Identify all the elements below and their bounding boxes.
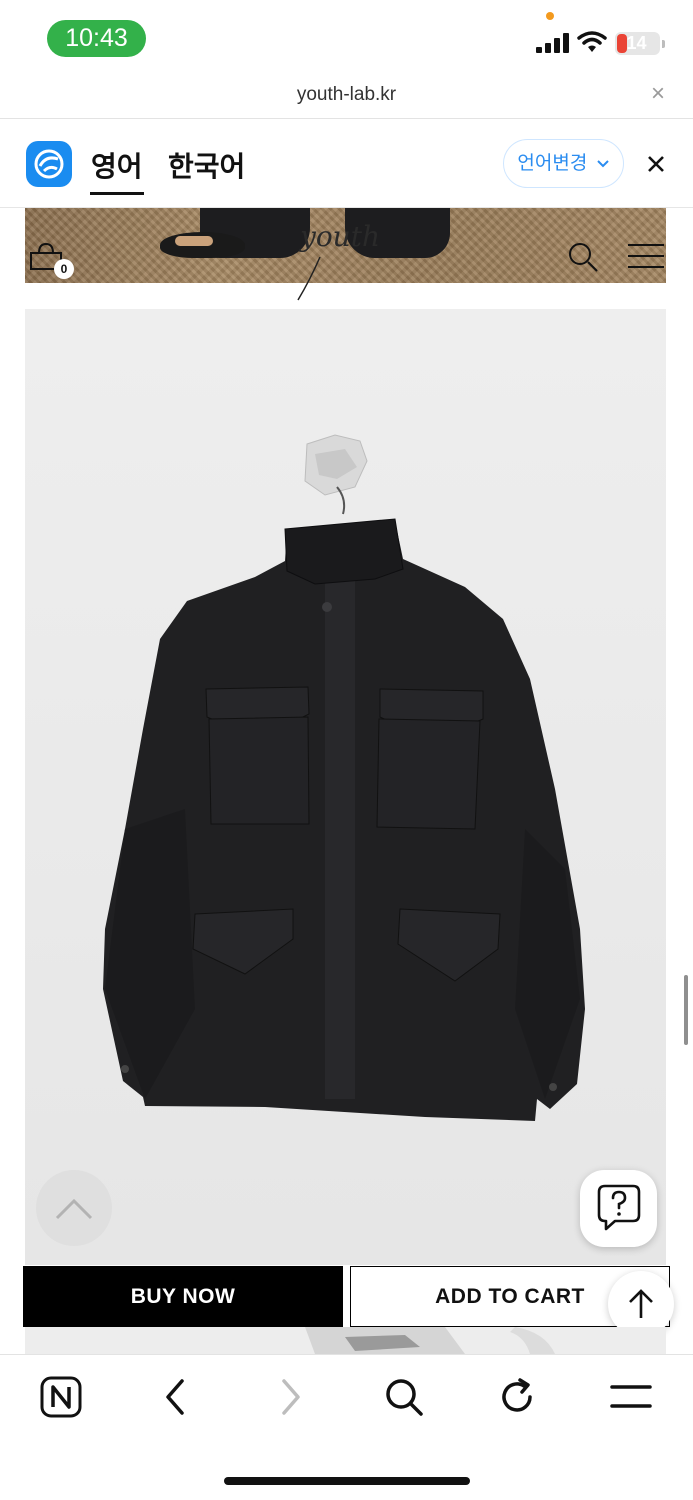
translate-bar: 영어 한국어 언어변경 xyxy=(0,119,693,208)
back-icon[interactable] xyxy=(153,1374,199,1420)
tab-english[interactable]: 영어 xyxy=(91,145,143,185)
menu-icon[interactable] xyxy=(608,1374,654,1420)
change-language-label: 언어변경 xyxy=(517,153,588,174)
naver-home-icon[interactable] xyxy=(38,1374,84,1420)
question-chat-icon xyxy=(597,1184,641,1231)
url-bar[interactable]: youth-lab.kr × xyxy=(0,76,693,119)
next-image-peek xyxy=(25,1327,666,1354)
battery-icon: 14 xyxy=(615,32,665,55)
page: 10:43 14 youth-lab.kr × 영어 한국어 언어변경 yout… xyxy=(0,0,693,1500)
tab-active-indicator xyxy=(90,192,144,195)
chevron-up-icon xyxy=(55,1198,93,1220)
battery-level-text: 14 xyxy=(626,33,647,53)
cart-count-badge: 0 xyxy=(54,259,74,279)
privacy-indicator-dot xyxy=(546,12,554,20)
status-bar: 10:43 14 xyxy=(0,0,693,76)
url-text[interactable]: youth-lab.kr xyxy=(0,84,693,106)
site-logo[interactable]: youth xyxy=(300,220,380,253)
tab-korean[interactable]: 한국어 xyxy=(168,145,245,185)
help-chat-button[interactable] xyxy=(580,1170,657,1247)
jacket-photo xyxy=(25,309,666,1265)
forward-icon[interactable] xyxy=(267,1374,313,1420)
hamburger-menu-icon[interactable] xyxy=(628,243,664,269)
signal-icon xyxy=(536,33,570,53)
buy-now-button[interactable]: BUY NOW xyxy=(23,1266,343,1327)
scroll-top-button[interactable] xyxy=(36,1170,112,1246)
search-icon[interactable] xyxy=(567,241,599,273)
logo-stroke xyxy=(297,256,321,301)
scroll-indicator[interactable] xyxy=(684,975,688,1045)
search-icon[interactable] xyxy=(381,1374,427,1420)
close-icon[interactable]: × xyxy=(646,82,670,106)
close-icon[interactable] xyxy=(644,152,668,176)
status-time: 10:43 xyxy=(47,20,146,57)
change-language-button[interactable]: 언어변경 xyxy=(503,139,624,188)
refresh-icon[interactable] xyxy=(494,1374,540,1420)
product-image[interactable] xyxy=(25,309,666,1265)
chevron-down-icon xyxy=(596,160,609,168)
home-indicator[interactable] xyxy=(224,1477,470,1485)
papago-logo-icon xyxy=(26,141,72,187)
wifi-icon xyxy=(577,31,607,52)
